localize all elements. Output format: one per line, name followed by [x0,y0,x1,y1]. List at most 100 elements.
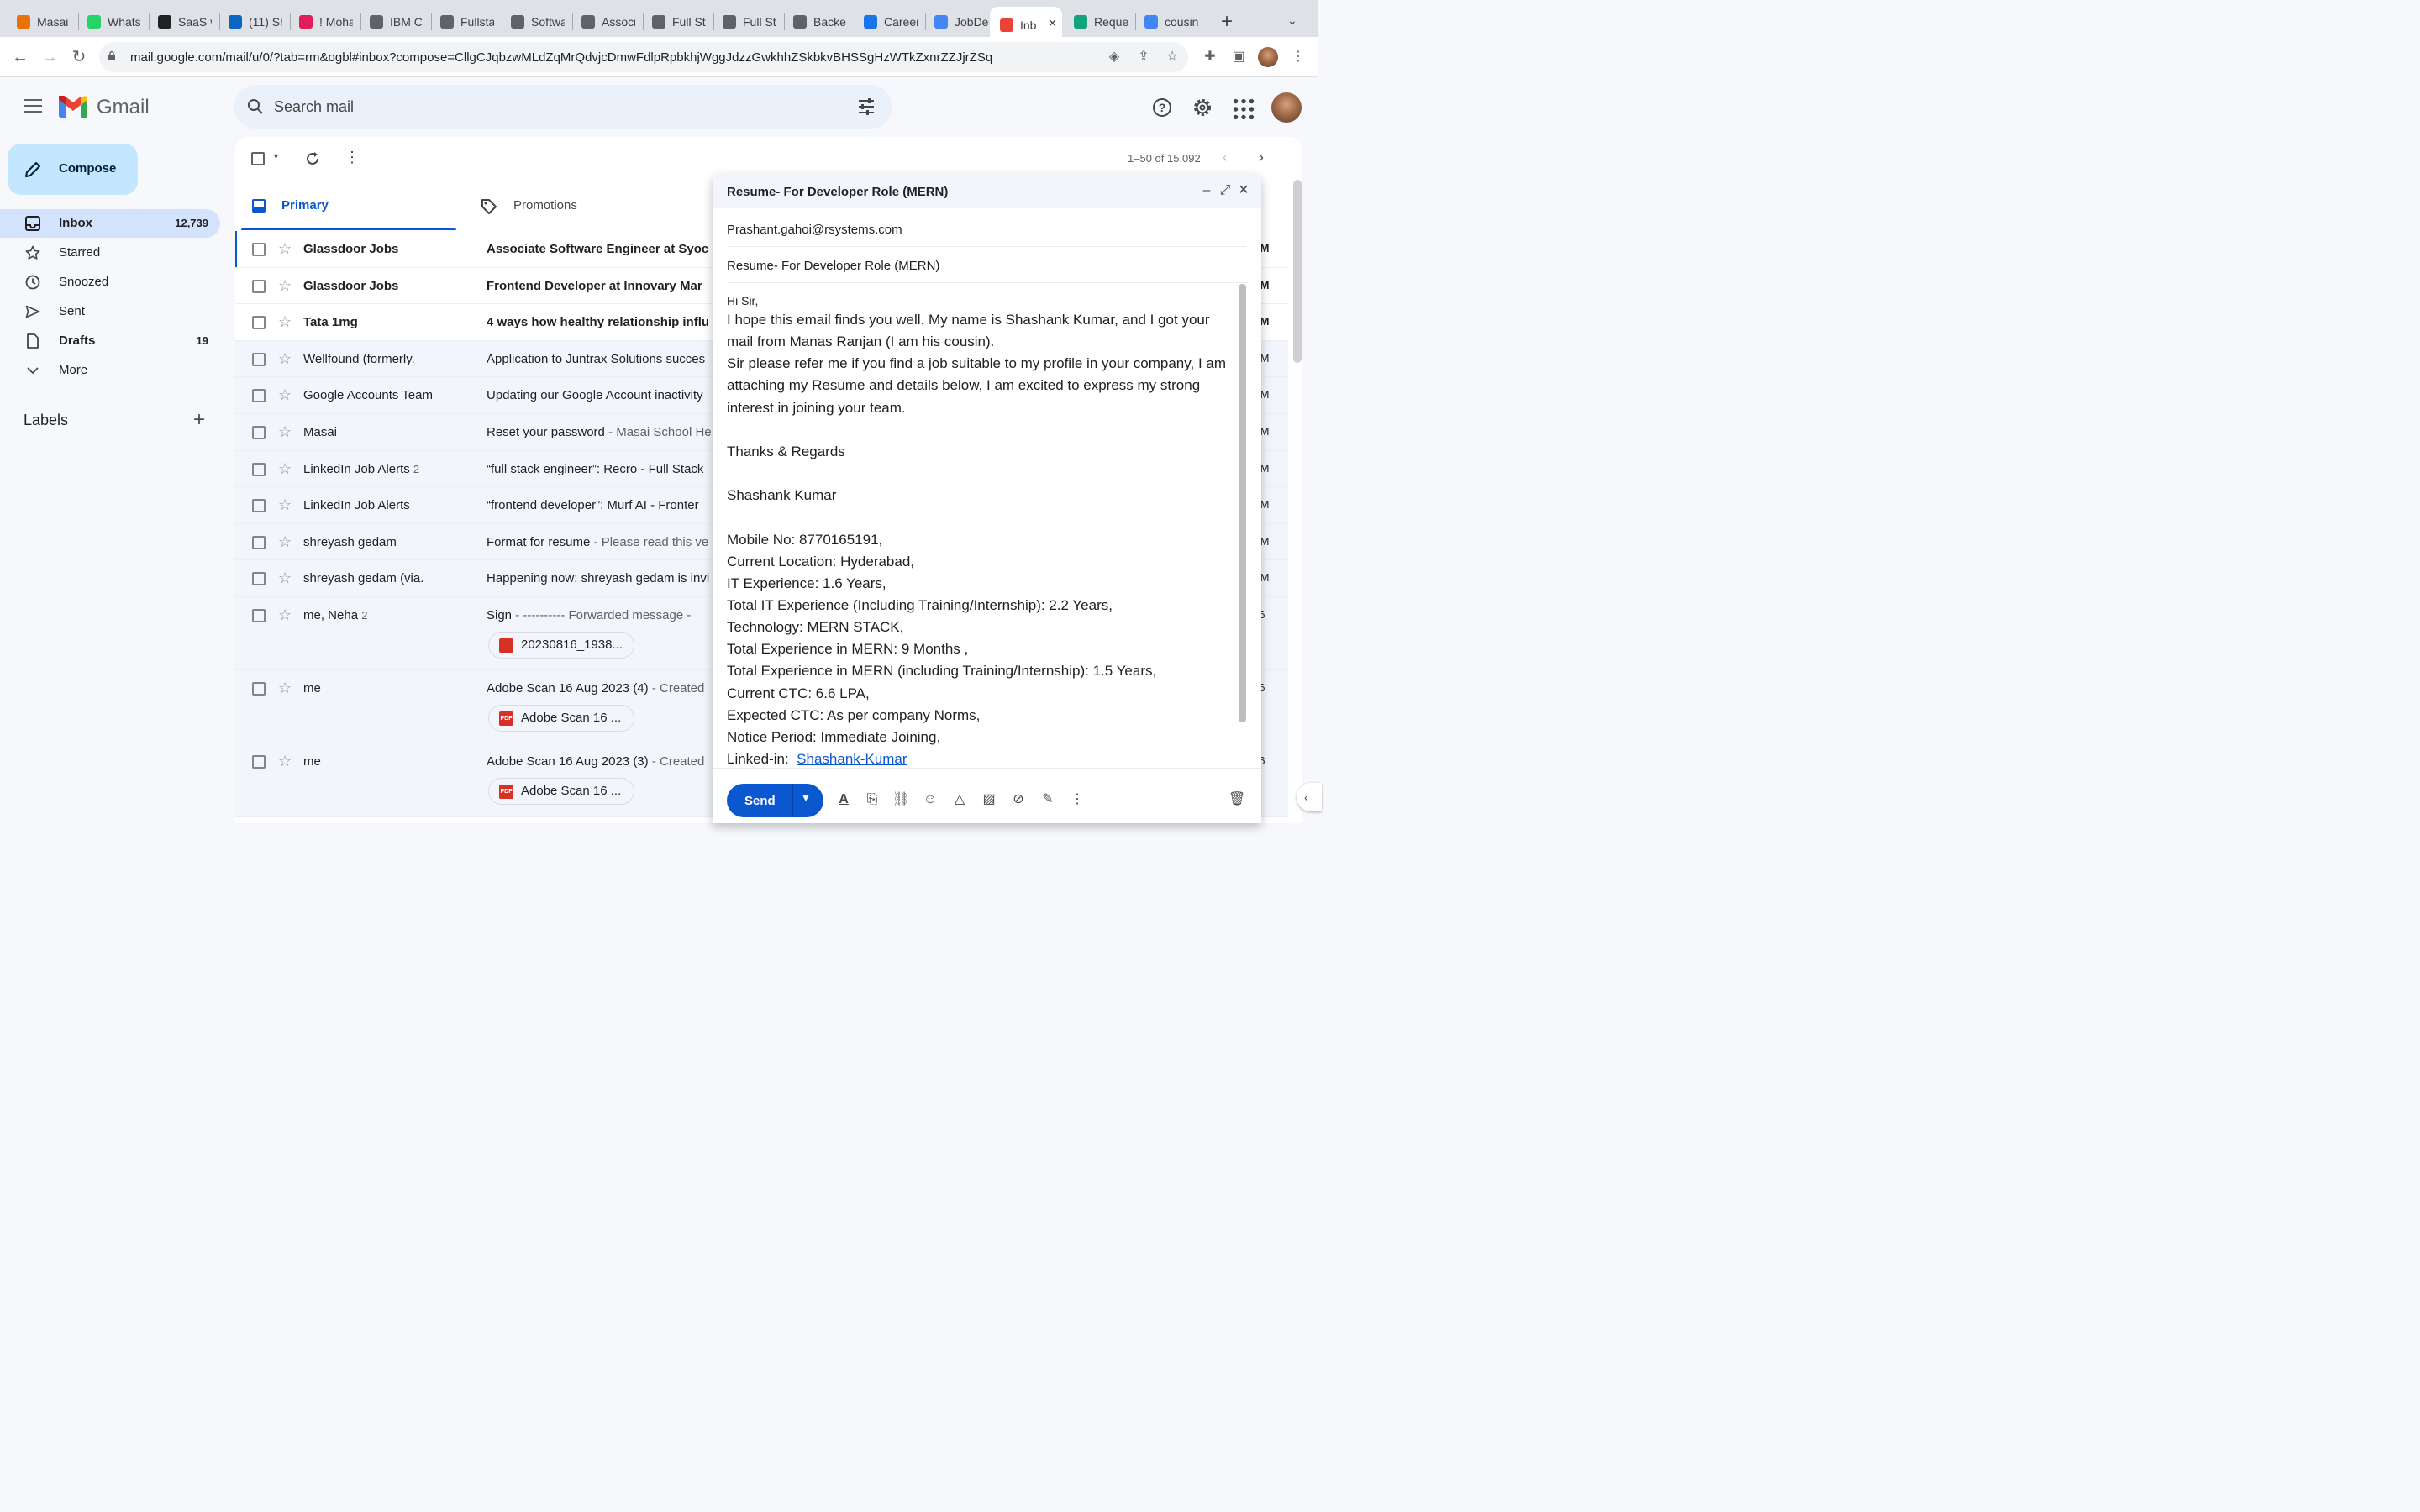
close-icon[interactable]: ✕ [1236,183,1251,198]
main-menu-icon[interactable] [24,99,42,114]
browser-tab[interactable]: Fullsta [430,7,499,37]
schedule-send-dropdown-icon[interactable]: ▼ [801,792,811,804]
select-dropdown-icon[interactable]: ▼ [272,152,280,160]
row-checkbox[interactable] [252,682,266,696]
attachment-chip[interactable]: PDF Adobe Scan 16 ... [488,778,634,806]
sidebar-item-more[interactable]: More [0,356,220,385]
tab-search-icon[interactable]: ⌄ [1287,13,1297,28]
sidebar-item-starred[interactable]: Starred [0,239,220,267]
account-avatar[interactable] [1271,92,1302,123]
send-button[interactable]: Send ▼ [727,784,823,817]
row-checkbox[interactable] [252,499,266,513]
sidebar-item-snoozed[interactable]: Snoozed [0,268,220,297]
search-icon[interactable] [247,98,264,115]
gmail-logo[interactable] [59,96,87,118]
expand-icon[interactable]: ⤢ [1218,183,1233,198]
search-options-icon[interactable] [857,97,876,116]
linkedin-link[interactable]: Shashank-Kumar [797,751,907,767]
star-icon[interactable]: ☆ [278,386,295,404]
forward-icon[interactable]: → [38,45,61,69]
close-tab-icon[interactable]: ✕ [1048,17,1057,30]
tab-primary[interactable]: Primary [235,187,456,231]
tab-promotions[interactable]: Promotions [471,187,692,231]
minimize-icon[interactable]: ‒ [1199,183,1214,198]
settings-gear-icon[interactable] [1192,97,1213,118]
browser-tab[interactable]: Full St [713,7,781,37]
formatting-icon[interactable]: A [835,791,852,808]
row-checkbox[interactable] [252,755,266,769]
sidebar-item-inbox[interactable]: Inbox 12,739 [0,209,220,238]
recipient-field[interactable]: Prashant.gahoi@rsystems.com [727,211,1246,247]
browser-tab[interactable]: ! Moha [289,7,358,37]
browser-tab[interactable]: Softwa [501,7,570,37]
next-page-icon[interactable]: › [1259,149,1264,166]
browser-tab[interactable]: (11) Sh [218,7,287,37]
star-icon[interactable]: ☆ [278,459,295,478]
browser-tab[interactable]: Full St [642,7,711,37]
insert-photo-icon[interactable]: ▨ [981,791,997,808]
browser-tab[interactable]: SaaS v [148,7,217,37]
browser-menu-icon[interactable]: ⋮ [1290,49,1307,66]
confidential-mode-icon[interactable]: ⊘ [1010,791,1027,808]
star-icon[interactable]: ☆ [278,679,295,697]
extensions-icon[interactable]: ✚ [1202,49,1218,66]
row-checkbox[interactable] [252,535,266,549]
browser-tab[interactable]: IBM Ca [360,7,429,37]
star-icon[interactable]: ☆ [278,276,295,295]
browser-tab[interactable]: JobDe [924,7,993,37]
signature-pen-icon[interactable]: ✎ [1039,791,1056,808]
star-icon[interactable]: ☆ [278,423,295,441]
compose-header[interactable]: Resume- For Developer Role (MERN) ‒ ⤢ ✕ [713,175,1261,208]
star-icon[interactable]: ☆ [278,606,295,624]
browser-tab[interactable]: Masai [7,7,76,37]
row-checkbox[interactable] [252,609,266,622]
subject-field[interactable]: Resume- For Developer Role (MERN) [727,247,1246,283]
more-actions-icon[interactable]: ⋮ [345,149,360,166]
bookmark-star-icon[interactable]: ☆ [1164,49,1181,66]
side-panel-icon[interactable]: ▣ [1230,49,1247,66]
search-input[interactable] [274,97,812,117]
star-icon[interactable]: ☆ [278,312,295,331]
star-icon[interactable]: ☆ [278,533,295,551]
select-all-checkbox[interactable] [251,152,265,165]
row-checkbox[interactable] [252,243,266,256]
more-options-icon[interactable]: ⋮ [1069,791,1086,808]
new-tab-icon[interactable]: + [1215,11,1239,34]
discard-draft-icon[interactable]: 🗑 [1228,791,1245,808]
star-icon[interactable]: ☆ [278,569,295,587]
browser-tab[interactable]: cousin [1134,7,1203,37]
prev-page-icon[interactable]: ‹ [1223,149,1228,166]
search-bar[interactable] [234,85,892,129]
page-scrollbar[interactable] [1293,180,1302,363]
compose-button[interactable]: Compose [8,144,138,195]
row-checkbox[interactable] [252,352,266,366]
help-icon[interactable]: ? [1151,97,1173,118]
insert-link-icon[interactable]: ⛓ [892,791,909,808]
row-checkbox[interactable] [252,572,266,586]
attach-file-icon[interactable]: ⎘ [864,791,881,808]
lock-icon[interactable] [108,50,116,60]
refresh-icon[interactable] [304,150,321,167]
install-app-icon[interactable]: ◈ [1106,49,1123,66]
url-text[interactable]: mail.google.com/mail/u/0/?tab=rm&ogbl#in… [130,50,992,65]
reload-icon[interactable]: ↻ [67,45,91,69]
row-checkbox[interactable] [252,426,266,439]
add-label-icon[interactable]: + [193,408,205,432]
browser-tab[interactable]: Whats [77,7,146,37]
browser-tab[interactable]: Associ [571,7,640,37]
star-icon[interactable]: ☆ [278,496,295,514]
sidebar-item-drafts[interactable]: Drafts 19 [0,327,220,355]
emoji-icon[interactable]: ☺ [922,791,939,808]
star-icon[interactable]: ☆ [278,752,295,770]
browser-tab[interactable]: Backe [783,7,852,37]
star-icon[interactable]: ☆ [278,349,295,368]
profile-avatar[interactable] [1258,47,1278,67]
gmail-wordmark[interactable]: Gmail [97,96,150,119]
compose-scrollbar[interactable] [1239,284,1246,722]
google-apps-icon[interactable] [1233,98,1255,120]
attachment-chip[interactable]: 20230816_1938... [488,632,634,659]
share-icon[interactable]: ⇪ [1135,49,1152,66]
message-body[interactable]: Hi Sir, I hope this email finds you well… [727,292,1231,770]
row-checkbox[interactable] [252,462,266,476]
browser-tab[interactable]: Reque [1064,7,1133,37]
